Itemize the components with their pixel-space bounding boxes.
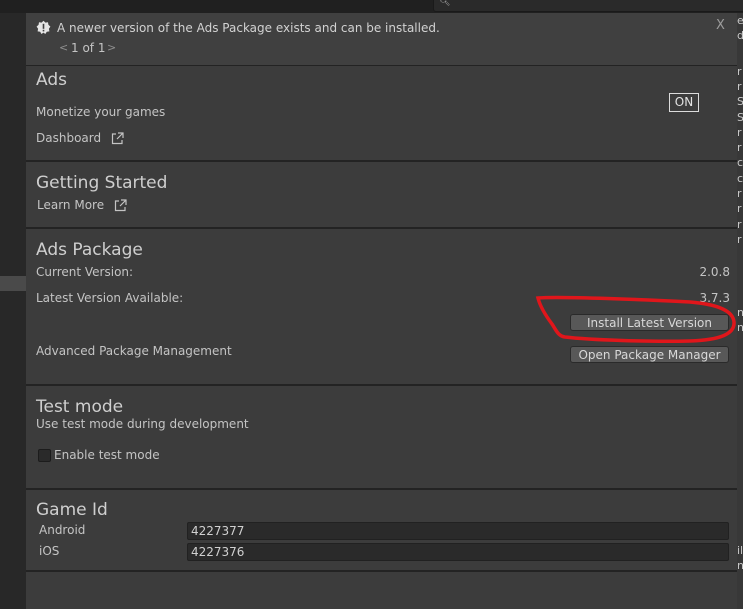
dashboard-link[interactable]: Dashboard [36, 131, 124, 145]
close-notice-button[interactable]: X [716, 18, 725, 33]
notice-message: A newer version of the Ads Package exist… [57, 21, 440, 35]
pager-prev-button[interactable]: < [59, 41, 68, 54]
android-label: Android [39, 523, 86, 537]
game-id-title: Game Id [36, 500, 108, 520]
section-divider [26, 570, 737, 572]
warning-icon [36, 20, 51, 34]
learn-more-label: Learn More [37, 198, 105, 212]
update-notice: A newer version of the Ads Package exist… [26, 13, 737, 66]
left-panel-selected-row[interactable] [0, 276, 26, 291]
external-link-icon [114, 199, 127, 212]
dashboard-link-label: Dashboard [36, 131, 102, 145]
ios-game-id-field[interactable]: 4227376 [187, 543, 729, 561]
pager-next-button[interactable]: > [107, 41, 116, 54]
current-version-label: Current Version: [36, 265, 134, 279]
external-link-icon [111, 132, 124, 145]
enable-test-mode-label[interactable]: Enable test mode [54, 448, 160, 462]
enable-test-mode-checkbox[interactable] [38, 449, 51, 462]
latest-version-label: Latest Version Available: [36, 291, 184, 305]
search-icon: 🔍︎ [439, 0, 451, 7]
red-annotation-circle [535, 295, 736, 344]
left-panel-edge [0, 13, 26, 609]
getting-started-title: Getting Started [36, 173, 168, 193]
section-divider [26, 488, 737, 490]
pager-text: 1 of 1 [71, 41, 106, 55]
ads-toggle[interactable]: ON [669, 93, 699, 112]
test-mode-description: Use test mode during development [36, 417, 249, 431]
learn-more-link[interactable]: Learn More [37, 198, 127, 212]
current-version-value: 2.0.8 [699, 265, 730, 279]
section-divider [26, 160, 737, 162]
ads-subtitle: Monetize your games [36, 105, 166, 119]
section-divider [26, 384, 737, 386]
search-field[interactable]: 🔍︎ [433, 0, 743, 12]
ads-title: Ads [36, 70, 67, 90]
ios-label: iOS [39, 544, 60, 558]
android-game-id-field[interactable]: 4227377 [187, 522, 729, 540]
ads-package-title: Ads Package [36, 240, 143, 260]
advanced-package-label: Advanced Package Management [36, 344, 232, 358]
section-divider [26, 227, 737, 229]
test-mode-title: Test mode [36, 397, 124, 417]
